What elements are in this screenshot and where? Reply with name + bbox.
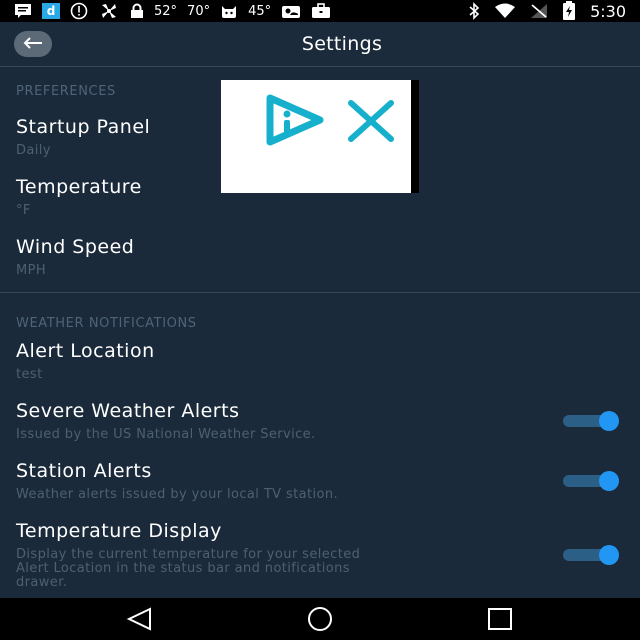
setting-alert-location[interactable]: Alert Location test bbox=[0, 338, 640, 388]
section-header-preferences: PREFERENCES bbox=[16, 84, 116, 99]
setting-title: Temperature bbox=[16, 176, 142, 198]
toggle-knob bbox=[599, 545, 619, 565]
setting-value: °F bbox=[16, 203, 31, 218]
no-signal-icon bbox=[530, 3, 548, 19]
battery-icon bbox=[562, 1, 576, 21]
setting-station-alerts[interactable]: Station Alerts Weather alerts issued by … bbox=[0, 458, 640, 508]
setting-value: Daily bbox=[16, 143, 51, 158]
temperature-reading: 52° bbox=[154, 3, 178, 19]
temperature-reading: 70° bbox=[187, 3, 211, 19]
ad-banner[interactable] bbox=[221, 80, 411, 193]
setting-wind-speed[interactable]: Wind Speed MPH bbox=[0, 232, 640, 284]
cat-icon bbox=[220, 3, 238, 19]
temperature-display-toggle[interactable] bbox=[561, 545, 619, 565]
back-arrow-icon bbox=[22, 35, 44, 54]
setting-value: test bbox=[16, 367, 43, 382]
message-icon bbox=[14, 3, 32, 19]
nav-recents-icon bbox=[480, 608, 520, 636]
clock: 5:30 bbox=[590, 1, 626, 21]
setting-description: Issued by the US National Weather Servic… bbox=[16, 427, 316, 442]
setting-title: Severe Weather Alerts bbox=[16, 400, 240, 422]
station-alerts-toggle[interactable] bbox=[561, 471, 619, 491]
nav-home-button[interactable] bbox=[300, 606, 340, 632]
close-icon[interactable] bbox=[347, 100, 395, 146]
setting-value: MPH bbox=[16, 263, 47, 278]
app-bar: Settings bbox=[0, 22, 640, 67]
nav-back-button[interactable] bbox=[120, 606, 160, 632]
setting-title: Temperature Display bbox=[16, 520, 222, 542]
toggle-knob bbox=[599, 411, 619, 431]
setting-title: Wind Speed bbox=[16, 236, 135, 258]
lock-icon bbox=[130, 3, 144, 19]
bluetooth-icon bbox=[468, 2, 480, 20]
setting-severe-weather-alerts[interactable]: Severe Weather Alerts Issued by the US N… bbox=[0, 398, 640, 448]
setting-description: Weather alerts issued by your local TV s… bbox=[16, 487, 339, 502]
toggle-knob bbox=[599, 471, 619, 491]
temperature-reading: 45° bbox=[248, 3, 272, 19]
nav-recents-button[interactable] bbox=[480, 606, 520, 632]
wifi-icon bbox=[494, 3, 516, 19]
ad-border bbox=[411, 80, 419, 193]
system-nav-bar bbox=[0, 598, 640, 640]
setting-description: Alert Location in the status bar and not… bbox=[16, 561, 350, 576]
nav-back-icon bbox=[120, 607, 160, 636]
setting-title: Alert Location bbox=[16, 340, 155, 362]
page-title: Settings bbox=[301, 33, 383, 55]
setting-description: drawer. bbox=[16, 575, 68, 590]
nav-home-icon bbox=[300, 607, 340, 636]
setting-title: Startup Panel bbox=[16, 116, 151, 138]
section-header-weather-notifications: WEATHER NOTIFICATIONS bbox=[16, 316, 197, 331]
section-divider bbox=[0, 292, 640, 293]
sun-cloud-icon bbox=[281, 3, 301, 19]
alert-circle-icon bbox=[70, 2, 88, 20]
setting-temperature-display[interactable]: Temperature Display Display the current … bbox=[0, 518, 640, 598]
fan-icon bbox=[98, 2, 120, 20]
severe-weather-alerts-toggle[interactable] bbox=[561, 411, 619, 431]
briefcase-icon bbox=[311, 3, 331, 19]
setting-description: Display the current temperature for your… bbox=[16, 547, 361, 562]
status-bar: d 52° 70° 45° 5:30 bbox=[0, 0, 640, 22]
back-button[interactable] bbox=[14, 31, 52, 57]
d-app-icon: d bbox=[42, 3, 60, 19]
setting-title: Station Alerts bbox=[16, 460, 152, 482]
adchoices-icon[interactable] bbox=[265, 94, 325, 150]
